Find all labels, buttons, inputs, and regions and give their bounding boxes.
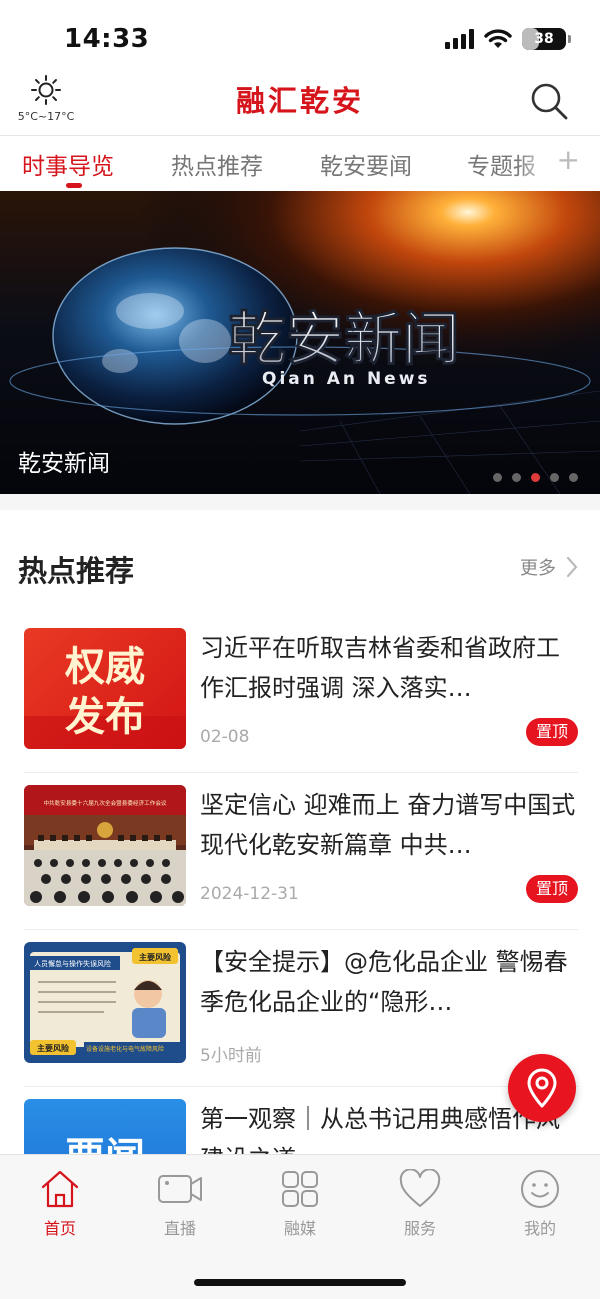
status-bar: 14:33 38 — [0, 0, 600, 70]
nav-label: 融媒 — [283, 1219, 316, 1238]
bottom-navigation: 首页 直播 融媒 服务 我的 — [0, 1154, 600, 1299]
nav-media[interactable]: 融媒 — [260, 1169, 340, 1239]
app-header: 5°C~17°C 融汇乾安 — [0, 70, 600, 136]
news-thumbnail: 人员懈怠与操作失误风险 主要风险 主要风险 设备设施老化与电气故障风险 — [24, 942, 186, 1063]
search-icon — [531, 83, 568, 120]
news-list-item[interactable]: 人员懈怠与操作失误风险 主要风险 主要风险 设备设施老化与电气故障风险 【安全提… — [24, 942, 578, 1087]
banner-carousel[interactable]: 乾安新闻 Qian An News 乾安新闻 — [0, 191, 600, 494]
banner-caption: 乾安新闻 — [18, 451, 110, 477]
home-indicator — [194, 1279, 406, 1286]
nav-label: 服务 — [403, 1219, 436, 1238]
nav-mine[interactable]: 我的 — [500, 1169, 580, 1239]
carousel-dot[interactable] — [569, 473, 578, 482]
nav-label: 直播 — [163, 1219, 196, 1238]
svg-text:设备设施老化与电气故障风险: 设备设施老化与电气故障风险 — [86, 1045, 164, 1053]
heart-icon — [399, 1169, 441, 1207]
more-link[interactable]: 更多 — [520, 554, 578, 580]
nav-home[interactable]: 首页 — [20, 1169, 100, 1239]
pinned-badge: 置顶 — [525, 718, 578, 746]
banner-headline-text: 乾安新闻 — [228, 305, 460, 373]
carousel-dot-active[interactable] — [531, 473, 540, 482]
news-list-item[interactable]: 中共乾安县委十六届九次全会暨县委经济工作会议 坚定信心 迎难而上 奋力谱写中国式… — [24, 785, 578, 930]
svg-text:权威: 权威 — [64, 644, 145, 690]
home-icon — [41, 1170, 79, 1208]
news-date: 5小时前 — [200, 1046, 262, 1066]
news-title: 习近平在听取吉林省委和省政府工作汇报时强调 深入落实… — [200, 634, 560, 702]
battery-icon: 38 — [522, 28, 571, 50]
svg-text:主要风险: 主要风险 — [139, 952, 172, 962]
news-title: 【安全提示】@危化品企业 警惕春季危化品企业的“隐形… — [200, 948, 568, 1016]
news-list-item[interactable]: 权威 发布 习近平在听取吉林省委和省政府工作汇报时强调 深入落实… 02-08 … — [24, 628, 578, 773]
section-title: 热点推荐 — [18, 554, 135, 588]
location-pin-icon — [527, 1068, 557, 1108]
pinned-badge: 置顶 — [525, 875, 578, 903]
section-divider — [0, 494, 600, 510]
location-fab-button[interactable] — [508, 1054, 576, 1122]
nav-label: 我的 — [523, 1219, 556, 1238]
news-title: 坚定信心 迎难而上 奋力谱写中国式现代化乾安新篇章 中共… — [200, 791, 576, 859]
grid-icon — [282, 1171, 318, 1207]
carousel-dot[interactable] — [493, 473, 502, 482]
wifi-icon — [484, 29, 512, 48]
carousel-dot[interactable] — [512, 473, 521, 482]
cellular-signal-icon — [445, 29, 474, 49]
carousel-dot[interactable] — [550, 473, 559, 482]
search-button[interactable] — [528, 80, 570, 122]
tab-redian-tuijian[interactable]: 热点推荐 — [171, 147, 263, 181]
more-label: 更多 — [520, 558, 556, 579]
tab-qianan-yaowen[interactable]: 乾安要闻 — [320, 147, 412, 181]
chevron-right-icon — [566, 556, 578, 578]
news-date: 02-08 — [200, 727, 250, 747]
status-icons: 38 — [445, 28, 571, 50]
svg-text:发布: 发布 — [65, 694, 145, 740]
tab-shishi-daolan[interactable]: 时事导览 — [22, 147, 114, 181]
video-camera-icon — [158, 1175, 202, 1203]
svg-text:中共乾安县委十六届九次全会暨县委经济工作会议: 中共乾安县委十六届九次全会暨县委经济工作会议 — [43, 799, 166, 807]
active-tab-indicator — [66, 183, 82, 188]
carousel-dots — [493, 473, 578, 482]
status-time: 14:33 — [64, 24, 150, 54]
channel-tabs: 时事导览 热点推荐 乾安要闻 专题报 + — [0, 137, 600, 191]
nav-live[interactable]: 直播 — [140, 1169, 220, 1239]
news-date: 2024-12-31 — [200, 884, 299, 904]
svg-text:人员懈怠与操作失误风险: 人员懈怠与操作失误风险 — [34, 959, 111, 968]
news-thumbnail: 权威 发布 — [24, 628, 186, 749]
banner-subtitle-text: Qian An News — [262, 369, 431, 389]
battery-percent: 38 — [534, 31, 554, 47]
smiley-icon — [521, 1170, 559, 1208]
nav-label: 首页 — [43, 1219, 76, 1238]
app-title: 融汇乾安 — [235, 84, 364, 118]
nav-service[interactable]: 服务 — [380, 1169, 460, 1239]
news-thumbnail: 中共乾安县委十六届九次全会暨县委经济工作会议 — [24, 785, 186, 906]
svg-text:主要风险: 主要风险 — [37, 1043, 70, 1053]
add-channel-button[interactable]: + — [557, 143, 580, 176]
